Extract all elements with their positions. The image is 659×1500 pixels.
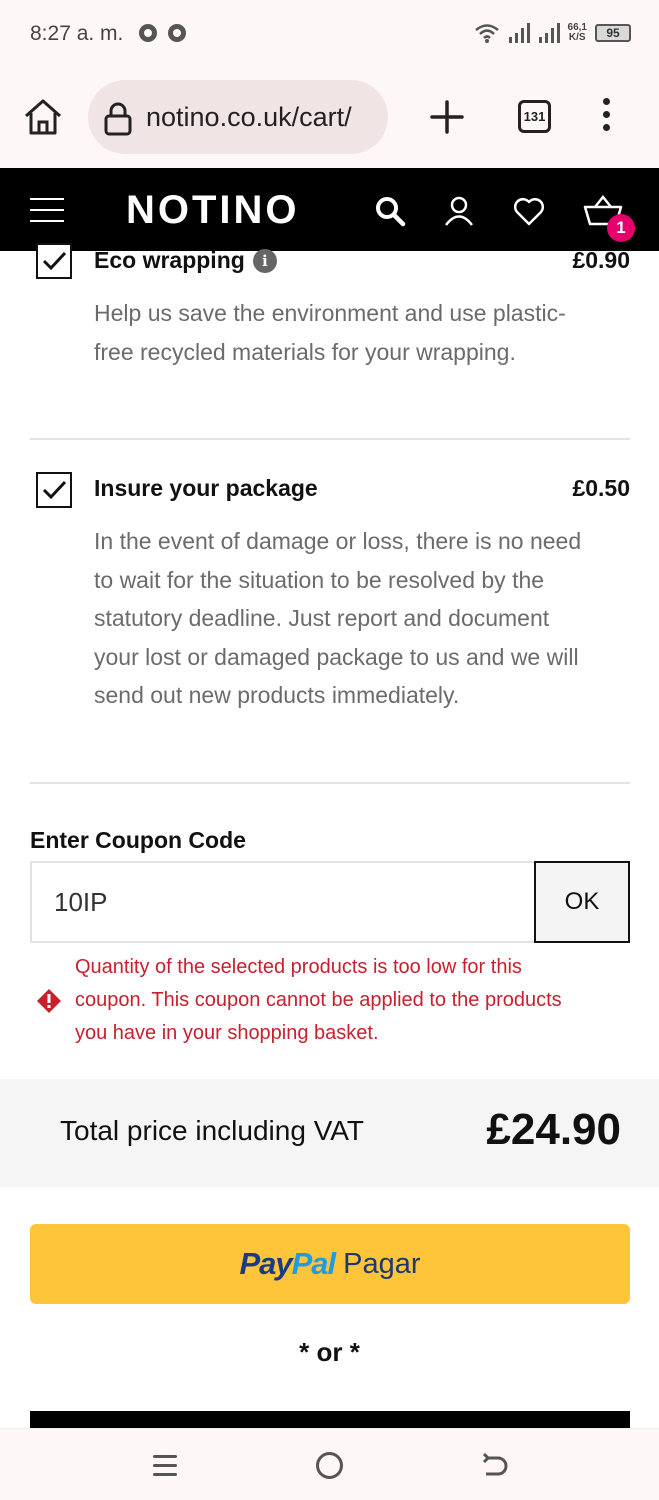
- eco-wrapping-description: Help us save the environment and use pla…: [94, 300, 566, 365]
- divider: [30, 438, 630, 440]
- recent-apps-icon[interactable]: [153, 1455, 177, 1477]
- wifi-icon: [474, 24, 499, 43]
- insure-package-price: £0.50: [572, 475, 630, 501]
- paypal-button-label: Pagar: [343, 1247, 421, 1280]
- url-text: notino.co.uk/cart/: [146, 102, 352, 132]
- eco-wrapping-option: Eco wrapping i £0.90 Help us save the env…: [30, 231, 630, 411]
- browser-toolbar: notino.co.uk/cart/ 131: [0, 66, 659, 168]
- signal-icon-2: [538, 23, 560, 43]
- coupon-error-message: Quantity of the selected products is too…: [75, 956, 562, 1044]
- eco-wrapping-checkbox[interactable]: [36, 243, 72, 279]
- new-tab-icon[interactable]: [428, 98, 466, 136]
- status-bar: 8:27 a. m. 66,1 K/S 95: [0, 0, 659, 66]
- system-navigation-bar: [0, 1428, 659, 1500]
- messenger-notification-icon: [168, 24, 186, 42]
- paypal-logo-pal: Pal: [291, 1246, 337, 1281]
- paypal-logo-pay: Pay: [239, 1246, 292, 1281]
- wishlist-heart-icon[interactable]: [512, 194, 546, 228]
- insure-package-description: In the event of damage or loss, there is…: [94, 528, 582, 708]
- checkmark-icon: [42, 480, 67, 500]
- tab-switcher-button[interactable]: 131: [518, 100, 551, 133]
- paypal-pay-button[interactable]: Pay Pal Pagar: [30, 1224, 630, 1304]
- divider: [30, 782, 630, 784]
- lock-icon: [104, 102, 132, 136]
- hamburger-menu-icon[interactable]: [30, 198, 64, 224]
- home-icon[interactable]: [22, 96, 64, 138]
- total-price-value: £24.90: [486, 1105, 621, 1154]
- error-warning-icon: [37, 989, 61, 1013]
- info-icon[interactable]: i: [252, 249, 277, 273]
- cart-count-badge: 1: [607, 214, 635, 242]
- signal-icon: [508, 23, 530, 43]
- coupon-ok-button[interactable]: OK: [534, 861, 630, 943]
- checkmark-icon: [42, 251, 67, 271]
- insure-package-title: Insure your package: [94, 475, 318, 501]
- account-icon[interactable]: [442, 194, 476, 228]
- or-separator: * or *: [299, 1337, 360, 1367]
- system-home-icon[interactable]: [316, 1452, 343, 1479]
- total-price-bar: Total price including VAT £24.90: [0, 1079, 659, 1187]
- chrome-notification-icon: [139, 24, 157, 42]
- back-icon[interactable]: [480, 1453, 510, 1481]
- notino-logo[interactable]: NOTINO: [126, 188, 300, 233]
- eco-wrapping-price: £0.90: [572, 247, 630, 273]
- network-speed: 66,1 K/S: [567, 22, 587, 43]
- coupon-input[interactable]: [30, 861, 536, 943]
- coupon-label: Enter Coupon Code: [30, 827, 246, 853]
- insure-package-option: Insure your package £0.50 In the event o…: [30, 469, 630, 759]
- search-icon[interactable]: [373, 194, 407, 228]
- browser-menu-icon[interactable]: [596, 98, 616, 138]
- insure-package-checkbox[interactable]: [36, 472, 72, 508]
- address-bar[interactable]: notino.co.uk/cart/: [88, 80, 388, 154]
- total-price-label: Total price including VAT: [60, 1115, 364, 1146]
- eco-wrapping-title: Eco wrapping i: [94, 247, 277, 274]
- status-time: 8:27 a. m.: [30, 22, 124, 45]
- battery-indicator: 95: [595, 24, 631, 42]
